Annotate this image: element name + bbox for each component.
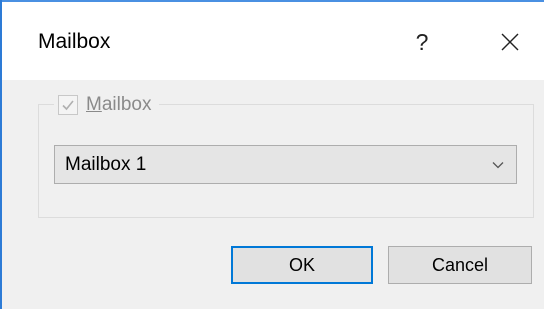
mailbox-checkbox[interactable] — [58, 95, 78, 115]
chevron-down-icon — [492, 162, 504, 169]
ok-button[interactable]: OK — [231, 246, 373, 284]
dialog-body: Mailbox Mailbox 1 OK Cancel — [2, 80, 544, 309]
label-rest: ailbox — [101, 94, 152, 115]
title-bar[interactable]: Mailbox ? — [2, 2, 544, 80]
mnemonic-letter: M — [86, 94, 102, 115]
close-icon — [501, 33, 519, 51]
mailbox-dropdown[interactable]: Mailbox 1 — [54, 145, 517, 184]
groupbox-legend: Mailbox — [54, 93, 160, 117]
checkmark-icon — [62, 100, 74, 111]
mailbox-checkbox-label: Mailbox — [86, 94, 151, 116]
mailbox-dialog: Mailbox ? Mailbox Mailbox 1 OK Cancel — [0, 0, 544, 309]
mailbox-dropdown-value: Mailbox 1 — [65, 154, 147, 175]
window-title: Mailbox — [38, 30, 111, 53]
close-button[interactable] — [488, 22, 532, 62]
help-button[interactable]: ? — [400, 22, 444, 62]
cancel-button[interactable]: Cancel — [388, 246, 532, 284]
